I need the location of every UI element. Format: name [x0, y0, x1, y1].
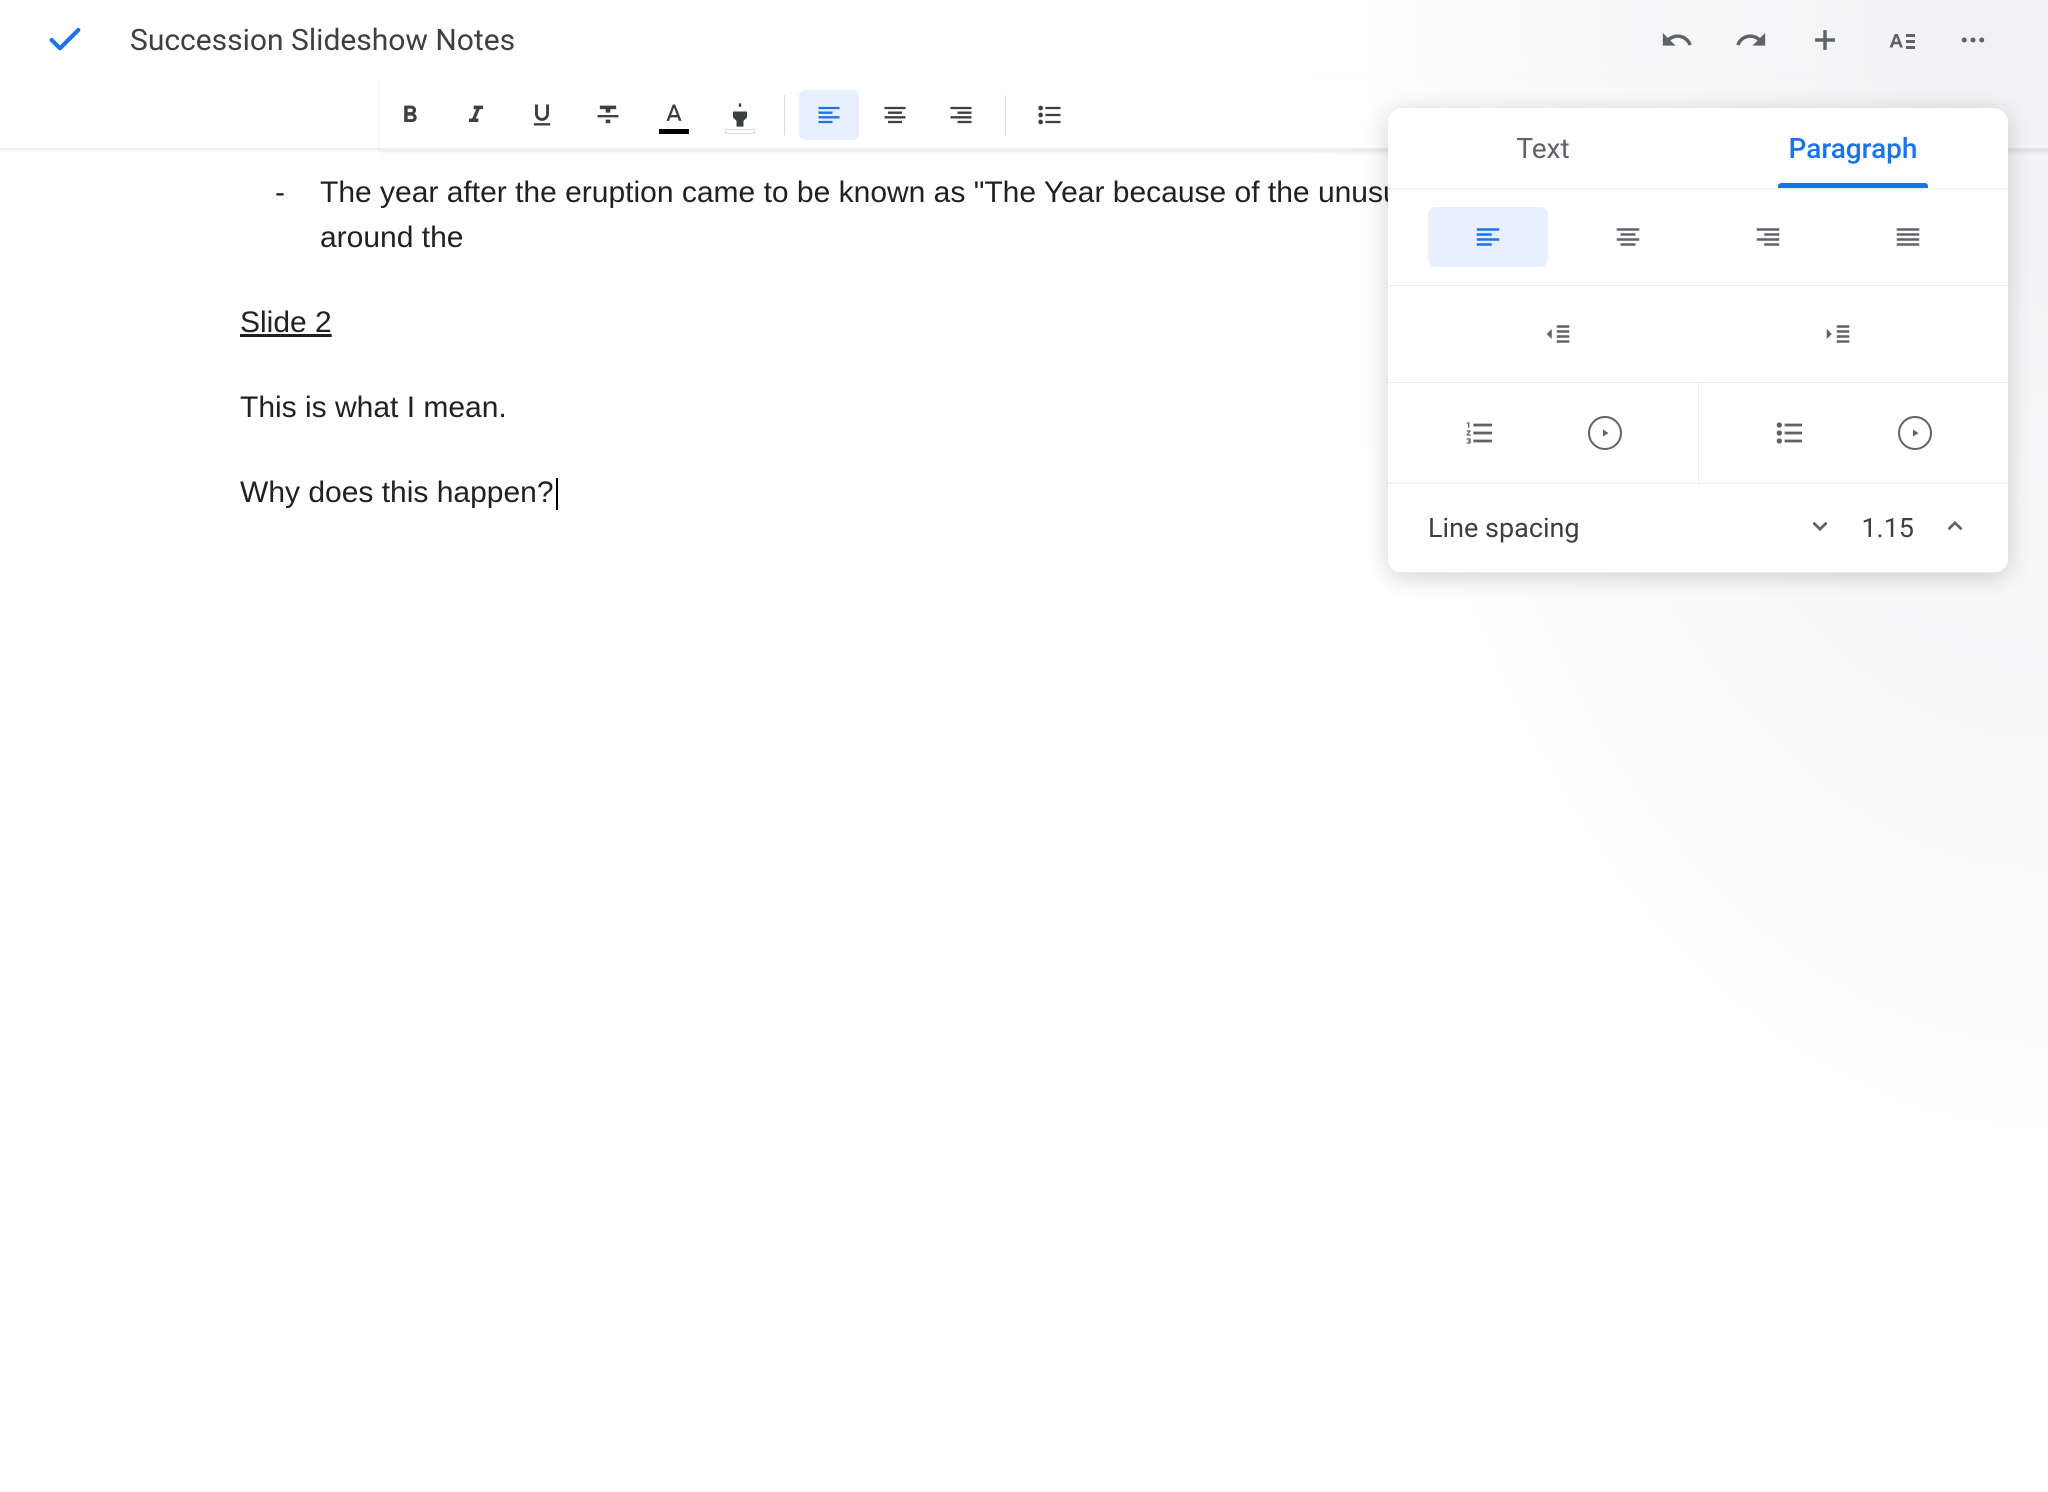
tab-paragraph[interactable]: Paragraph [1698, 108, 2008, 188]
toolbar-divider [1005, 95, 1006, 135]
bullet-dash: - [240, 170, 320, 260]
toolbar-divider [784, 95, 785, 135]
text-color-button[interactable] [644, 90, 704, 140]
panel-align-right[interactable] [1708, 207, 1828, 267]
align-center-button[interactable] [865, 90, 925, 140]
format-panel: Text Paragraph [1388, 108, 2008, 573]
panel-align-justify[interactable] [1848, 207, 1968, 267]
align-left-button[interactable] [799, 90, 859, 140]
bullet-list-button[interactable] [1020, 90, 1080, 140]
done-check-icon[interactable] [40, 20, 90, 60]
insert-icon[interactable] [1808, 23, 1842, 57]
line-spacing-decrease-icon[interactable] [1807, 513, 1833, 543]
more-icon[interactable] [1958, 25, 1988, 55]
bold-button[interactable] [380, 90, 440, 140]
italic-button[interactable] [446, 90, 506, 140]
bulleted-list-button[interactable] [1774, 417, 1806, 449]
numbered-list-options-icon[interactable] [1588, 416, 1622, 450]
text-format-icon[interactable] [1882, 22, 1918, 58]
redo-icon[interactable] [1734, 23, 1768, 57]
tab-text[interactable]: Text [1388, 108, 1698, 188]
text-cursor [556, 478, 558, 510]
undo-icon[interactable] [1660, 23, 1694, 57]
panel-align-center[interactable] [1568, 207, 1688, 267]
underline-button[interactable] [512, 90, 572, 140]
line-spacing-value: 1.15 [1861, 512, 1914, 544]
decrease-indent-button[interactable] [1428, 304, 1688, 364]
panel-align-left[interactable] [1428, 207, 1548, 267]
strikethrough-button[interactable] [578, 90, 638, 140]
align-right-button[interactable] [931, 90, 991, 140]
bulleted-list-options-icon[interactable] [1898, 416, 1932, 450]
numbered-list-button[interactable] [1464, 417, 1496, 449]
document-title[interactable]: Succession Slideshow Notes [130, 23, 515, 58]
line-spacing-label: Line spacing [1428, 512, 1580, 544]
increase-indent-button[interactable] [1708, 304, 1968, 364]
line-spacing-increase-icon[interactable] [1942, 513, 1968, 543]
header: Succession Slideshow Notes [0, 0, 2048, 80]
highlight-button[interactable] [710, 90, 770, 140]
